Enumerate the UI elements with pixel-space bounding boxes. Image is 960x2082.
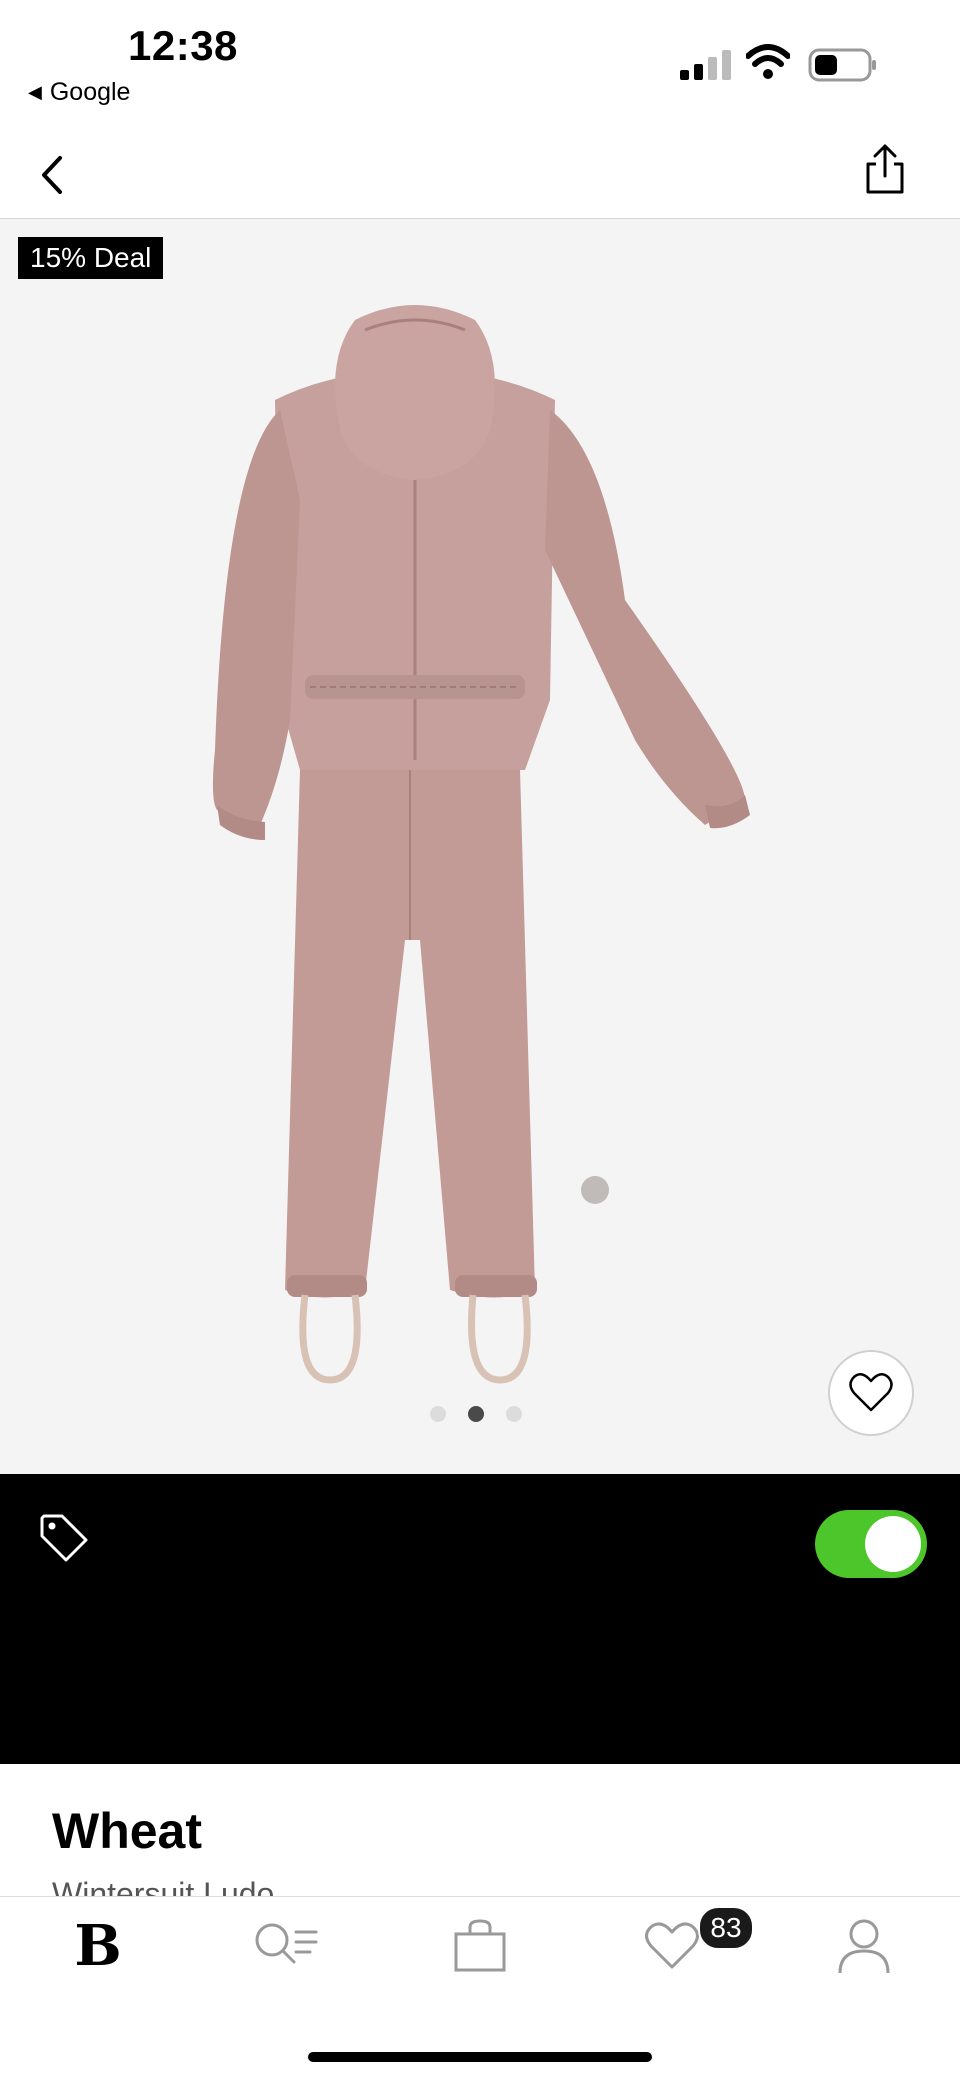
tab-profile[interactable] xyxy=(814,1906,914,1986)
battery-icon xyxy=(808,48,876,82)
home-indicator[interactable] xyxy=(308,2052,652,2062)
product-image-wintersuit[interactable] xyxy=(205,300,765,1395)
back-app-label: Google xyxy=(49,78,131,106)
gallery-dot[interactable] xyxy=(430,1406,446,1422)
heart-icon xyxy=(645,1922,699,1969)
tab-search[interactable] xyxy=(236,1906,336,1986)
discount-description: Kjøp minimum 2 varer for 699 kr totalt, … xyxy=(125,1554,805,1730)
tab-cart[interactable] xyxy=(430,1906,530,1986)
product-brand[interactable]: Wheat xyxy=(52,1802,202,1860)
product-name: Wintersuit Ludo xyxy=(52,1876,275,1896)
terms-link[interactable]: Vilkår og betingelser xyxy=(125,1689,423,1726)
activate-discount-toggle[interactable] xyxy=(815,1510,927,1578)
brand-logo-icon: B xyxy=(74,1913,122,1979)
cellular-signal-icon xyxy=(680,50,731,80)
wifi-icon xyxy=(746,44,790,79)
discount-description-text: Kjøp minimum 2 varer for 699 kr totalt, … xyxy=(125,1557,758,1682)
user-profile-icon xyxy=(838,1919,890,1974)
heart-icon xyxy=(849,1373,893,1412)
search-list-icon xyxy=(255,1923,318,1964)
price-tag-icon xyxy=(40,1514,88,1562)
gallery-dot-active[interactable] xyxy=(468,1406,484,1422)
back-to-app-link[interactable]: ◀ Google xyxy=(28,78,130,107)
toggle-knob xyxy=(865,1516,921,1572)
share-icon[interactable] xyxy=(860,140,910,200)
back-triangle-icon: ◀ xyxy=(28,82,42,102)
tab-home[interactable]: B xyxy=(48,1906,148,1986)
favorite-button[interactable] xyxy=(828,1350,914,1436)
shopping-bag-icon xyxy=(454,1919,506,1972)
gallery-dot[interactable] xyxy=(506,1406,522,1422)
status-time: 12:38 xyxy=(128,22,238,69)
deal-badge: 15% Deal xyxy=(18,237,164,279)
navigation-bar xyxy=(0,120,960,219)
wishlist-count-badge: 83 xyxy=(698,1906,754,1950)
back-arrow-icon[interactable] xyxy=(30,148,74,202)
discount-title: Aktiver din rabatt xyxy=(125,1510,380,1545)
gallery-pagination[interactable] xyxy=(430,1406,522,1422)
